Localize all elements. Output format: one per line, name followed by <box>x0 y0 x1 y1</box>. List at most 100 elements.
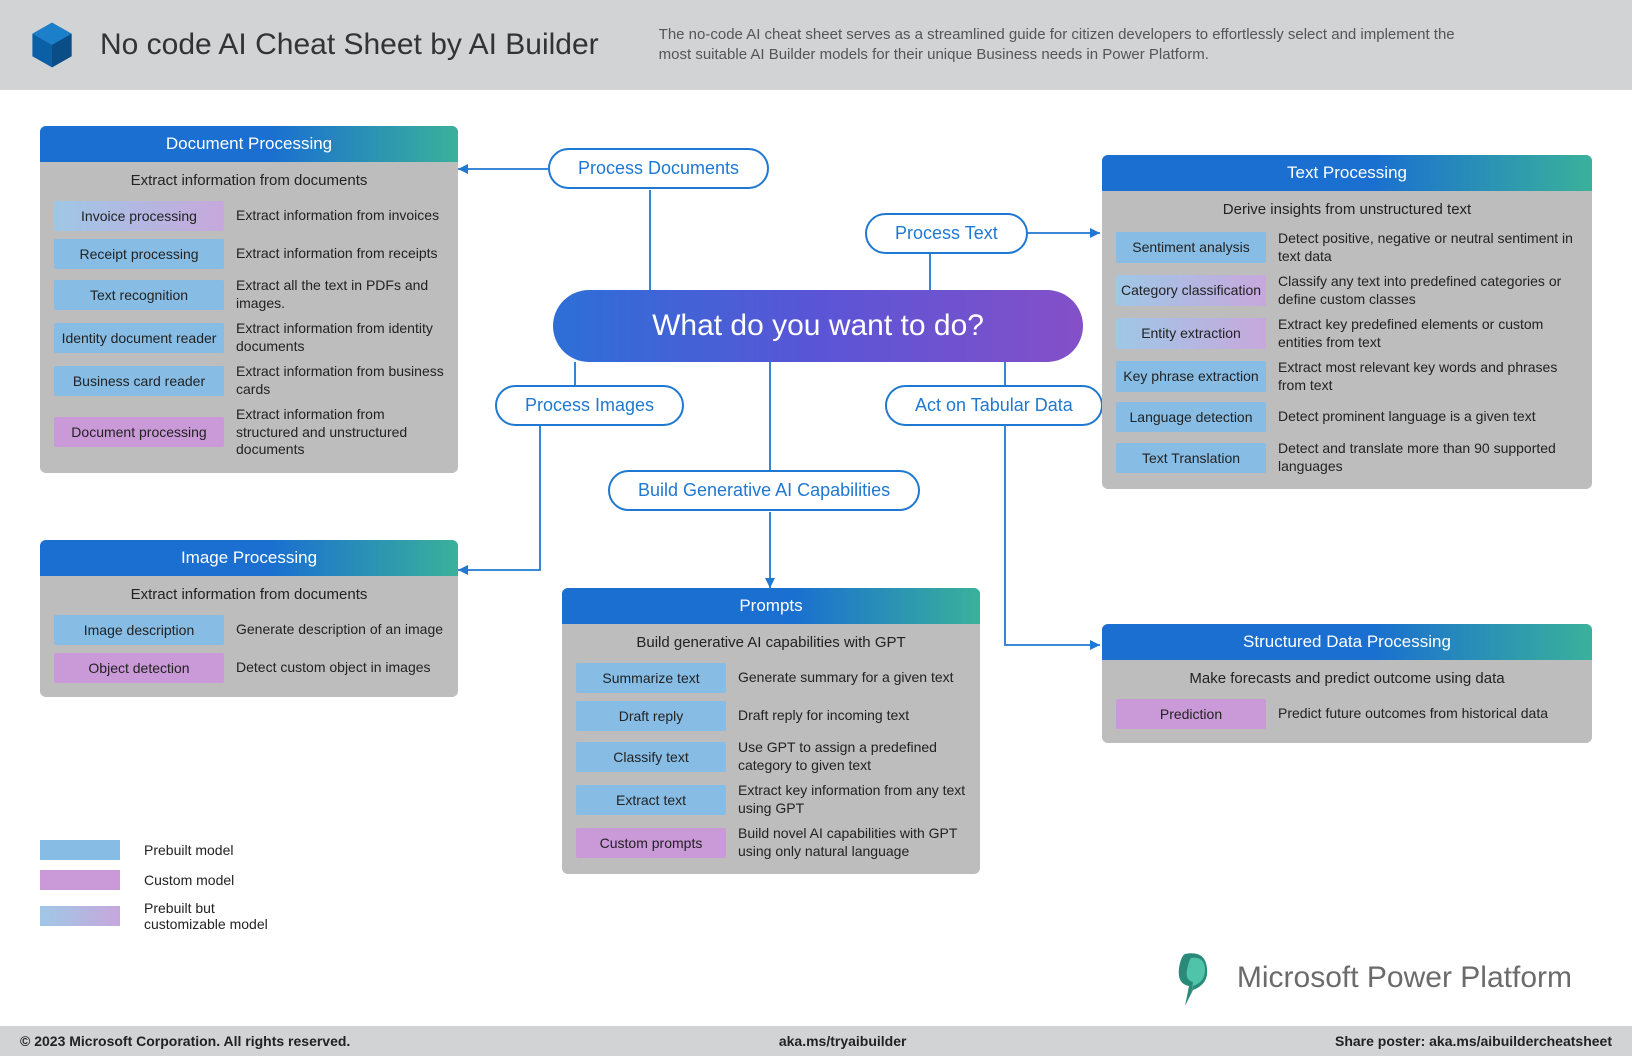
feature-description: Detect custom object in images <box>236 659 444 677</box>
feature-description: Extract information from identity docume… <box>236 320 444 355</box>
feature-description: Extract information from invoices <box>236 207 444 225</box>
feature-row: Text recognition Extract all the text in … <box>40 273 458 316</box>
feature-row: Receipt processing Extract information fr… <box>40 235 458 273</box>
feature-row: Extract textExtract key information from… <box>562 778 980 821</box>
feature-chip[interactable]: Image description <box>54 615 224 645</box>
feature-row: Object detection Detect custom object in … <box>40 649 458 687</box>
feature-chip[interactable]: Text recognition <box>54 280 224 310</box>
branch-process-images: Process Images <box>495 385 684 426</box>
feature-chip[interactable]: Classify text <box>576 742 726 772</box>
feature-row: Key phrase extraction Extract most releva… <box>1102 355 1592 398</box>
feature-description: Extract key predefined elements or custo… <box>1278 316 1578 351</box>
feature-chip[interactable]: Document processing <box>54 417 224 447</box>
feature-row: Prediction Predict future outcomes from h… <box>1102 695 1592 733</box>
branch-build-gen-ai: Build Generative AI Capabilities <box>608 470 920 511</box>
feature-description: Extract information from receipts <box>236 245 444 263</box>
feature-row: Entity extraction Extract key predefined … <box>1102 312 1592 355</box>
feature-chip[interactable]: Prediction <box>1116 699 1266 729</box>
footer-share-link[interactable]: Share poster: aka.ms/aibuildercheatsheet <box>1335 1033 1612 1049</box>
feature-chip[interactable]: Receipt processing <box>54 239 224 269</box>
feature-description: Classify any text into predefined catego… <box>1278 273 1578 308</box>
page-title: No code AI Cheat Sheet by AI Builder <box>100 28 599 62</box>
box-subtitle: Extract information from documents <box>40 162 458 197</box>
feature-chip[interactable]: Sentiment analysis <box>1116 232 1266 262</box>
ai-builder-logo-icon <box>24 17 80 73</box>
legend-swatch-blue <box>40 840 120 860</box>
footer-bar: © 2023 Microsoft Corporation. All rights… <box>0 1026 1632 1056</box>
legend-label: Custom model <box>144 872 234 888</box>
box-document-processing: Document Processing Extract information … <box>40 126 458 473</box>
feature-row: Classify text Use GPT to assign a predefi… <box>562 735 980 778</box>
feature-row: Image description Generate description of… <box>40 611 458 649</box>
feature-chip[interactable]: Text Translation <box>1116 443 1266 473</box>
feature-row: Category classification Classify any text… <box>1102 269 1592 312</box>
box-subtitle: Make forecasts and predict outcome using… <box>1102 660 1592 695</box>
feature-chip[interactable]: Key phrase extraction <box>1116 361 1266 391</box>
feature-row: Invoice processing Extract information fr… <box>40 197 458 235</box>
legend-label: Prebuilt but customizable model <box>144 900 294 932</box>
legend-row-hybrid: Prebuilt but customizable model <box>40 900 294 932</box>
feature-chip[interactable]: Invoice processing <box>54 201 224 231</box>
feature-row: Identity document reader Extract informat… <box>40 316 458 359</box>
feature-description: Extract most relevant key words and phra… <box>1278 359 1578 394</box>
legend-row-prebuilt: Prebuilt model <box>40 840 294 860</box>
box-header: Document Processing <box>40 126 458 162</box>
feature-row: Sentiment analysis Detect positive, negat… <box>1102 226 1592 269</box>
feature-description: Generate description of an image <box>236 621 444 639</box>
feature-list: Sentiment analysis Detect positive, negat… <box>1102 226 1592 479</box>
box-header: Structured Data Processing <box>1102 624 1592 660</box>
box-structured-data: Structured Data Processing Make forecast… <box>1102 624 1592 743</box>
branch-process-text: Process Text <box>865 213 1028 254</box>
feature-description: Use GPT to assign a predefined category … <box>738 739 966 774</box>
feature-chip[interactable]: Draft reply <box>576 701 726 731</box>
central-question: What do you want to do? <box>553 290 1083 362</box>
feature-chip[interactable]: Summarize text <box>576 663 726 693</box>
feature-description: Detect positive, negative or neutral sen… <box>1278 230 1578 265</box>
feature-chip[interactable]: Entity extraction <box>1116 318 1266 348</box>
box-header: Text Processing <box>1102 155 1592 191</box>
feature-row: Text Translation Detect and translate mor… <box>1102 436 1592 479</box>
box-subtitle: Extract information from documents <box>40 576 458 611</box>
product-branding: Microsoft Power Platform <box>1171 950 1572 1006</box>
feature-chip[interactable]: Extract text <box>576 785 726 815</box>
footer-try-link[interactable]: aka.ms/tryaibuilder <box>779 1033 907 1049</box>
feature-description: Extract information from structured and … <box>236 406 444 459</box>
legend-swatch-pink <box>40 870 120 890</box>
box-header: Image Processing <box>40 540 458 576</box>
branch-process-documents: Process Documents <box>548 148 769 189</box>
feature-list: Image description Generate description of… <box>40 611 458 687</box>
legend-label: Prebuilt model <box>144 842 234 858</box>
feature-description: Build novel AI capabilities with GPT usi… <box>738 825 966 860</box>
box-image-processing: Image Processing Extract information fro… <box>40 540 458 697</box>
box-text-processing: Text Processing Derive insights from uns… <box>1102 155 1592 489</box>
box-subtitle: Derive insights from unstructured text <box>1102 191 1592 226</box>
power-platform-icon <box>1171 950 1219 1006</box>
feature-chip[interactable]: Category classification <box>1116 275 1266 305</box>
legend-swatch-gradient <box>40 906 120 926</box>
box-subtitle: Build generative AI capabilities with GP… <box>562 624 980 659</box>
feature-list: Prediction Predict future outcomes from h… <box>1102 695 1592 733</box>
feature-description: Detect and translate more than 90 suppor… <box>1278 440 1578 475</box>
feature-chip[interactable]: Identity document reader <box>54 323 224 353</box>
feature-chip[interactable]: Language detection <box>1116 402 1266 432</box>
feature-chip[interactable]: Object detection <box>54 653 224 683</box>
feature-description: Detect prominent language is a given tex… <box>1278 408 1578 426</box>
box-header: Prompts <box>562 588 980 624</box>
feature-row: Business card reader Extract information … <box>40 359 458 402</box>
feature-list: Summarize textGenerate summary for a giv… <box>562 659 980 864</box>
legend: Prebuilt model Custom model Prebuilt but… <box>40 840 294 942</box>
feature-chip[interactable]: Business card reader <box>54 366 224 396</box>
feature-description: Extract information from business cards <box>236 363 444 398</box>
footer-copyright: © 2023 Microsoft Corporation. All rights… <box>20 1033 350 1049</box>
feature-row: Document processing Extract information f… <box>40 402 458 463</box>
feature-row: Draft reply Draft reply for incoming text <box>562 697 980 735</box>
box-prompts: Prompts Build generative AI capabilities… <box>562 588 980 874</box>
feature-description: Predict future outcomes from historical … <box>1278 705 1578 723</box>
page-subtitle: The no-code AI cheat sheet serves as a s… <box>659 25 1479 66</box>
feature-description: Draft reply for incoming text <box>738 707 966 725</box>
feature-description: Extract all the text in PDFs and images. <box>236 277 444 312</box>
legend-row-custom: Custom model <box>40 870 294 890</box>
feature-row: Summarize textGenerate summary for a giv… <box>562 659 980 697</box>
feature-chip[interactable]: Custom prompts <box>576 828 726 858</box>
product-name: Microsoft Power Platform <box>1237 961 1572 995</box>
